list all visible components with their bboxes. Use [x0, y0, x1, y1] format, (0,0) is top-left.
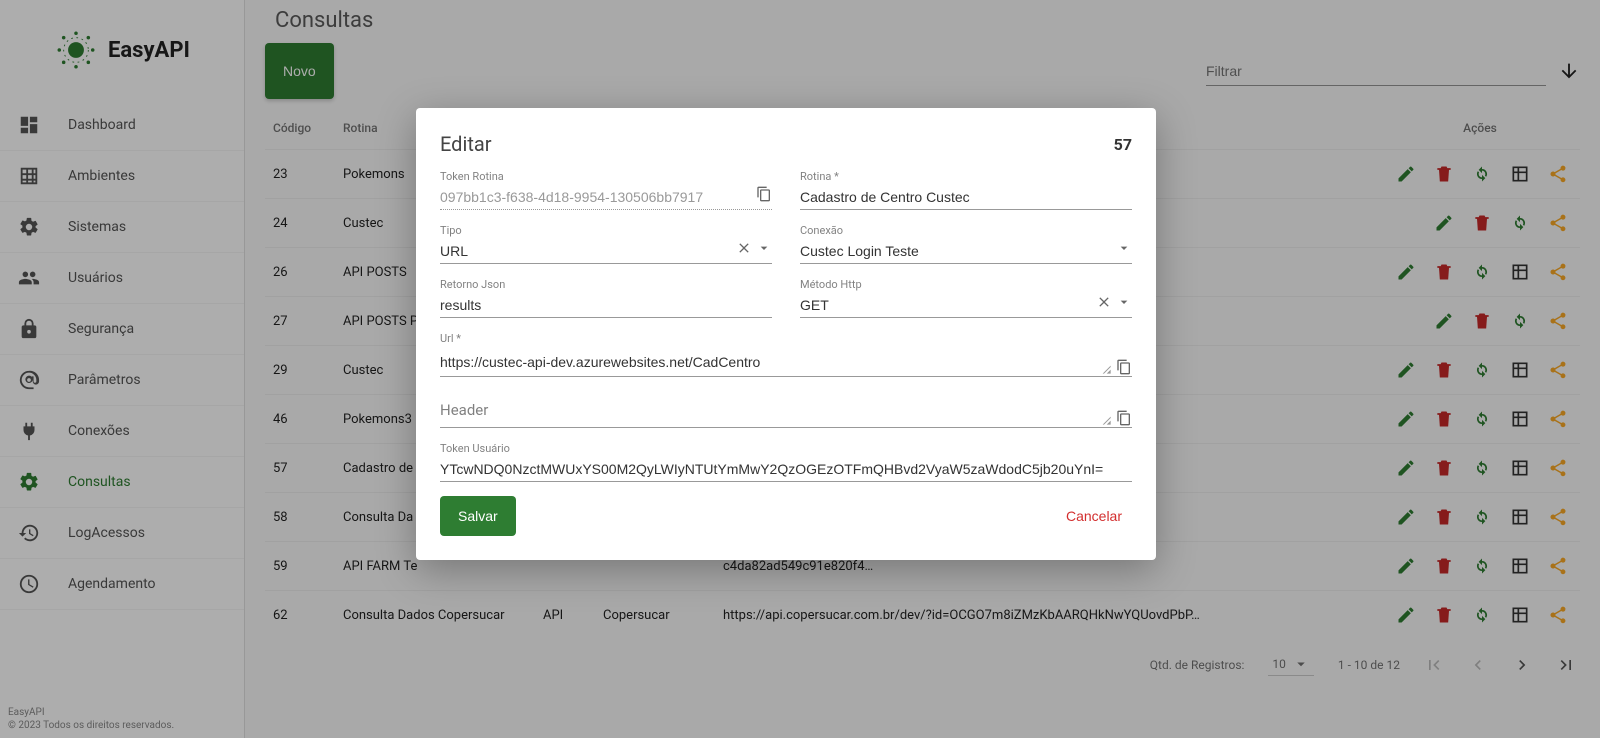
modal-id: 57 [1114, 135, 1132, 154]
rotina-label: Rotina * [800, 170, 1132, 183]
conexao-field[interactable] [800, 239, 1132, 264]
tipo-label: Tipo [440, 224, 772, 237]
metodo-label: Método Http [800, 278, 1132, 291]
token-rotina-field [440, 185, 772, 210]
header-field[interactable] [440, 391, 1132, 428]
token-user-field[interactable] [440, 457, 1132, 482]
copy-icon[interactable] [756, 186, 772, 202]
resize-icon[interactable] [1096, 410, 1112, 426]
save-button[interactable]: Salvar [440, 496, 516, 536]
copy-icon[interactable] [1116, 410, 1132, 426]
url-field[interactable] [440, 347, 1132, 377]
tipo-field[interactable] [440, 239, 772, 264]
retorno-field[interactable] [440, 293, 772, 318]
chevron-down-icon[interactable] [1116, 294, 1132, 310]
resize-icon[interactable] [1096, 359, 1112, 375]
rotina-field[interactable] [800, 185, 1132, 210]
copy-icon[interactable] [1116, 359, 1132, 375]
chevron-down-icon[interactable] [756, 240, 772, 256]
chevron-down-icon[interactable] [1116, 240, 1132, 256]
retorno-label: Retorno Json [440, 278, 772, 291]
modal-title: Editar [440, 132, 492, 156]
edit-modal: Editar 57 Token Rotina Rotina * Tipo Con… [416, 108, 1156, 560]
clear-icon[interactable] [736, 240, 752, 256]
token-rotina-label: Token Rotina [440, 170, 772, 183]
cancel-button[interactable]: Cancelar [1056, 500, 1132, 532]
clear-icon[interactable] [1096, 294, 1112, 310]
conexao-label: Conexão [800, 224, 1132, 237]
token-user-label: Token Usuário [440, 442, 1132, 455]
metodo-field[interactable] [800, 293, 1132, 318]
url-label: Url * [440, 332, 1132, 345]
